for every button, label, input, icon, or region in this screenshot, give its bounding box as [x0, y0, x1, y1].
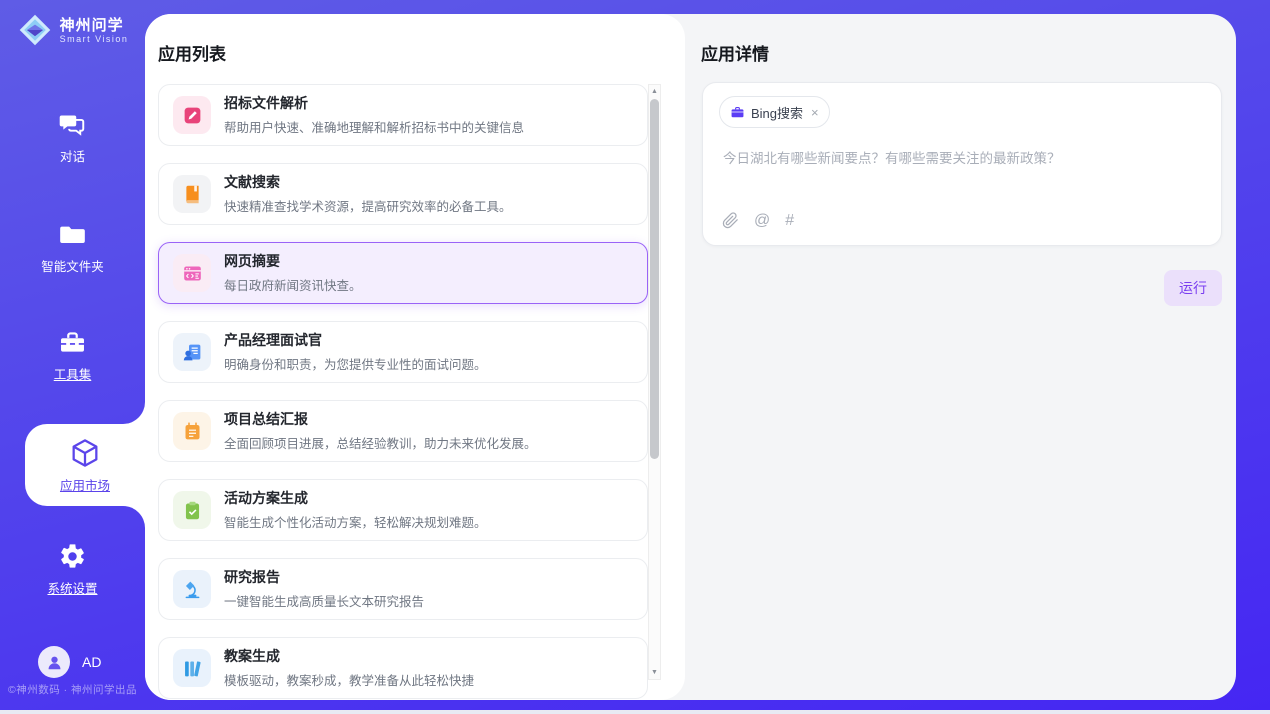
app-card-activity-plan[interactable]: 活动方案生成 智能生成个性化活动方案，轻松解决规划难题。 [158, 479, 648, 541]
bid-parse-icon [173, 96, 211, 134]
folder-icon [58, 220, 87, 249]
pm-interview-icon [173, 333, 211, 371]
app-detail-title: 应用详情 [701, 40, 769, 65]
app-card-pm-interview[interactable]: 产品经理面试官 明确身份和职责，为您提供专业性的面试问题。 [158, 321, 648, 383]
prompt-text-input[interactable]: 今日湖北有哪些新闻要点？有哪些需要关注的最新政策？ [723, 149, 1201, 168]
scroll-up-arrow[interactable]: ▲ [649, 85, 660, 98]
app-list-title: 应用列表 [158, 40, 226, 65]
active-tab-curve-bottom [123, 506, 145, 528]
user-name: AD [82, 654, 101, 670]
brand-logo: 神州问学 Smart Vision [0, 12, 145, 48]
user-account[interactable]: AD [38, 646, 101, 678]
project-summary-icon [173, 412, 211, 450]
tool-tag-close-icon[interactable]: × [809, 105, 819, 120]
sidebar: 神州问学 Smart Vision 对话 智能文件夹 [0, 0, 145, 714]
app-name: 文献搜索 [224, 174, 512, 191]
sidebar-item-label: 应用市场 [60, 475, 110, 494]
run-button[interactable]: 运行 [1164, 270, 1222, 306]
app-card-lesson-plan[interactable]: 教案生成 模板驱动，教案秒成，教学准备从此轻松快捷 [158, 637, 648, 699]
app-description: 每日政府新闻资讯快查。 [224, 275, 362, 294]
content-container: 应用列表 招标文件解析 帮助用户快速、准确地理解和解析招标书中的关键信息 文献搜… [145, 14, 1236, 700]
app-name: 招标文件解析 [224, 95, 524, 112]
app-description: 帮助用户快速、准确地理解和解析招标书中的关键信息 [224, 117, 524, 136]
app-card-project-summary[interactable]: 项目总结汇报 全面回顾项目进展，总结经验教训，助力未来优化发展。 [158, 400, 648, 462]
brand-tagline: Smart Vision [60, 34, 129, 44]
app-description: 明确身份和职责，为您提供专业性的面试问题。 [224, 354, 487, 373]
app-list-panel: 应用列表 招标文件解析 帮助用户快速、准确地理解和解析招标书中的关键信息 文献搜… [145, 14, 685, 700]
app-name: 网页摘要 [224, 253, 362, 270]
app-card-literature-search[interactable]: 文献搜索 快速精准查找学术资源，提高研究效率的必备工具。 [158, 163, 648, 225]
diamond-logo-icon [17, 12, 53, 48]
app-description: 智能生成个性化活动方案，轻松解决规划难题。 [224, 512, 487, 531]
sidebar-item-app-market[interactable]: 应用市场 [25, 424, 145, 506]
sidebar-item-toolset[interactable]: 工具集 [0, 328, 145, 383]
webpage-summary-icon [173, 254, 211, 292]
app-list: 招标文件解析 帮助用户快速、准确地理解和解析招标书中的关键信息 文献搜索 快速精… [158, 84, 648, 700]
copyright-footer: ©神州数码 · 神州问学出品 [0, 682, 145, 697]
app-name: 教案生成 [224, 648, 474, 665]
app-description: 全面回顾项目进展，总结经验教训，助力未来优化发展。 [224, 433, 537, 452]
app-name: 产品经理面试官 [224, 332, 487, 349]
avatar [38, 646, 70, 678]
literature-search-icon [173, 175, 211, 213]
sidebar-item-label: 对话 [60, 146, 85, 165]
app-description: 一键智能生成高质量长文本研究报告 [224, 591, 424, 610]
app-name: 项目总结汇报 [224, 411, 537, 428]
tool-tag-bing-search[interactable]: Bing搜索 × [719, 96, 830, 128]
prompt-input-card[interactable]: Bing搜索 × 今日湖北有哪些新闻要点？有哪些需要关注的最新政策？ @ # [702, 82, 1222, 246]
app-window: 神州问学 Smart Vision 对话 智能文件夹 [0, 0, 1270, 714]
mention-icon[interactable]: @ [754, 212, 770, 229]
app-card-research-report[interactable]: 研究报告 一键智能生成高质量长文本研究报告 [158, 558, 648, 620]
person-icon [45, 653, 64, 672]
sidebar-item-chat[interactable]: 对话 [0, 110, 145, 165]
active-tab-curve-top [123, 402, 145, 424]
scroll-down-arrow[interactable]: ▼ [649, 666, 660, 679]
sidebar-item-smart-folder[interactable]: 智能文件夹 [0, 220, 145, 275]
hash-icon[interactable]: # [785, 212, 794, 229]
app-name: 研究报告 [224, 569, 424, 586]
app-detail-panel: 应用详情 Bing搜索 × 今日湖北有哪些新闻要点？有哪些需要关注的最新政策？ [685, 14, 1236, 700]
app-description: 模板驱动，教案秒成，教学准备从此轻松快捷 [224, 670, 474, 689]
briefcase-icon [730, 105, 745, 120]
input-toolbar: @ # [722, 212, 794, 229]
tool-tag-label: Bing搜索 [751, 103, 803, 122]
gear-icon [58, 542, 87, 571]
toolbox-icon [58, 328, 87, 357]
sidebar-item-label: 智能文件夹 [41, 256, 104, 275]
activity-plan-icon [173, 491, 211, 529]
bottom-edge-line [0, 710, 1270, 714]
sidebar-item-label: 工具集 [54, 364, 92, 383]
chat-icon [58, 110, 87, 139]
app-list-scrollbar[interactable]: ▲ ▼ [648, 84, 661, 680]
app-description: 快速精准查找学术资源，提高研究效率的必备工具。 [224, 196, 512, 215]
lesson-plan-icon [173, 649, 211, 687]
app-card-webpage-summary[interactable]: 网页摘要 每日政府新闻资讯快查。 [158, 242, 648, 304]
research-report-icon [173, 570, 211, 608]
scrollbar-thumb[interactable] [650, 99, 659, 459]
attachment-icon[interactable] [722, 212, 739, 229]
cube-icon [69, 437, 101, 469]
app-card-bid-parse[interactable]: 招标文件解析 帮助用户快速、准确地理解和解析招标书中的关键信息 [158, 84, 648, 146]
app-name: 活动方案生成 [224, 490, 487, 507]
sidebar-item-label: 系统设置 [47, 578, 97, 597]
brand-name: 神州问学 [60, 17, 129, 34]
sidebar-item-settings[interactable]: 系统设置 [0, 542, 145, 597]
